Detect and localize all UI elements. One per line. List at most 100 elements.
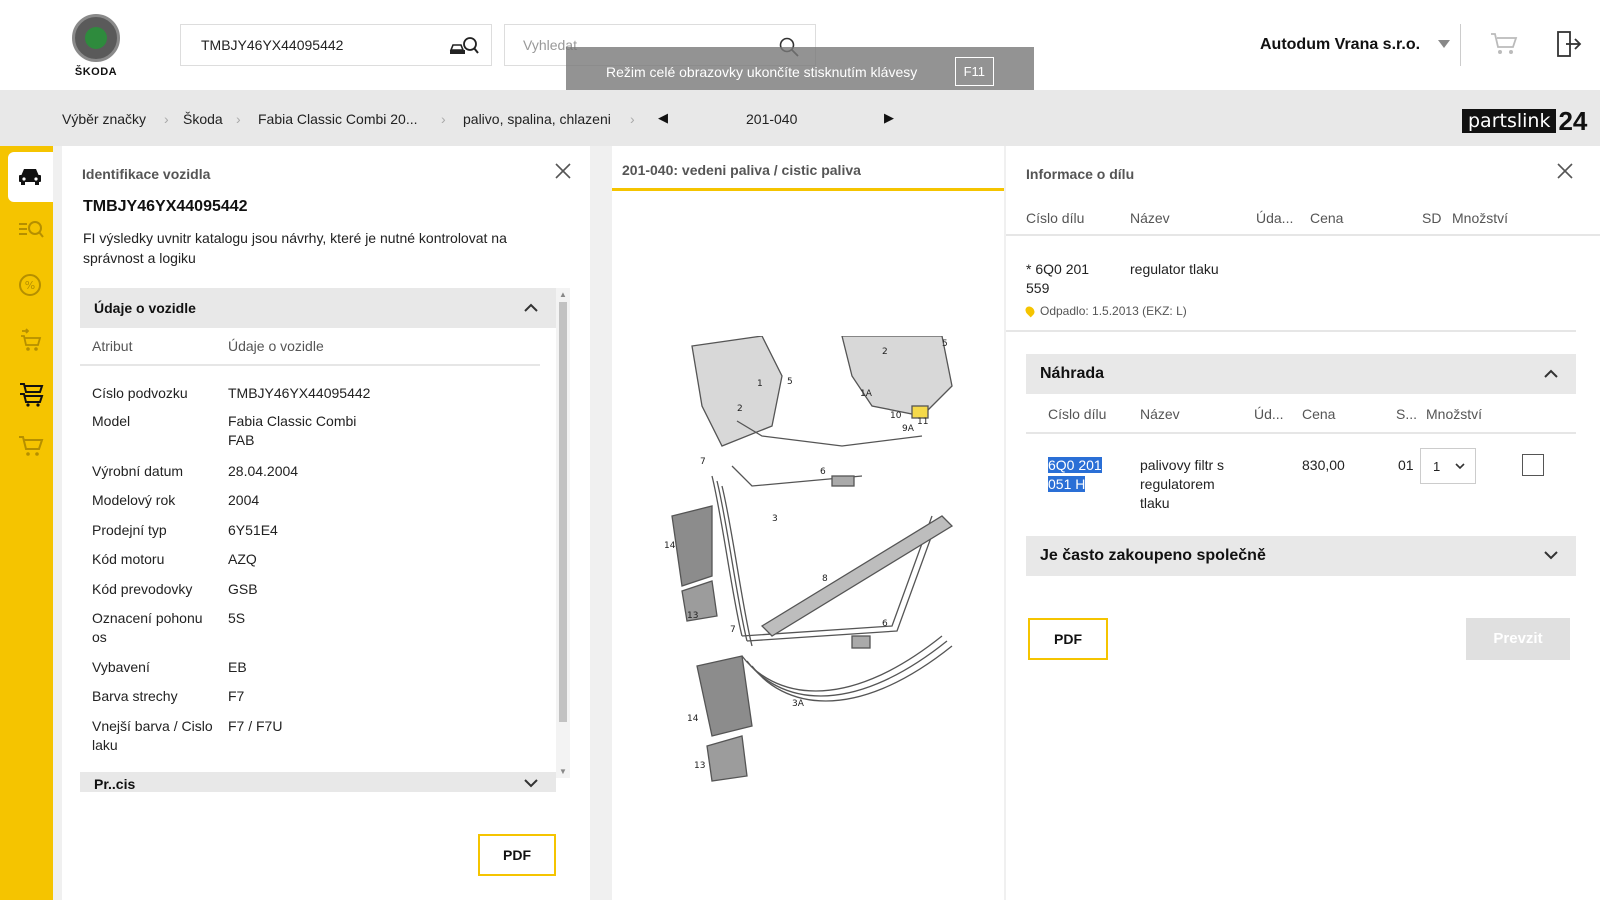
chevron-down-icon [1455, 463, 1465, 470]
chevron-up-icon [524, 303, 538, 312]
catalog-note: FI výsledky uvnitr katalogu jsou návrhy,… [83, 230, 507, 266]
panel-title: Informace o dílu [1026, 166, 1135, 182]
attr-key: Model [92, 413, 131, 429]
vehicle-identification-panel: Identifikace vozidla TMBJY46YX44095442 F… [62, 146, 590, 900]
column-header: Cena [1302, 406, 1336, 422]
replacement-sd: 01 [1398, 457, 1414, 473]
svg-text:5: 5 [787, 377, 793, 387]
vehicle-data-accordion[interactable]: Údaje o vozidle [80, 288, 556, 328]
column-header-value: Údaje o vozidle [228, 338, 324, 354]
divider [1006, 330, 1576, 332]
breadcrumb: Výběr značky › Škoda › Fabia Classic Com… [0, 90, 1600, 146]
scrollbar[interactable]: ▲ ▼ [556, 288, 570, 778]
vin-search-field[interactable]: TMBJY46YX44095442 [180, 24, 492, 66]
svg-text:7: 7 [700, 457, 706, 467]
select-checkbox[interactable] [1522, 454, 1544, 476]
column-header: Množství [1426, 406, 1483, 422]
attr-key: Císlo podvozku [92, 385, 188, 401]
scroll-down-icon[interactable]: ▼ [559, 767, 567, 776]
breadcrumb-item[interactable]: Škoda [183, 111, 223, 127]
diagram-title: 201-040: vedeni paliva / cistic paliva [622, 162, 861, 178]
cart-stack-icon [20, 383, 44, 407]
divider [1026, 432, 1576, 434]
rail-search-list[interactable] [8, 206, 53, 256]
attr-key: Prodejní typ [92, 522, 167, 538]
divider [1006, 234, 1600, 236]
logo-text: ŠKODA [74, 66, 118, 78]
part-name: regulator tlaku [1130, 261, 1219, 277]
parts-diagram[interactable]: 1 2 5 2 5 1A 109A11 7 6 3 8 14 13 7 6 3A 14 13 [642, 336, 962, 796]
car-search-icon[interactable] [449, 35, 479, 57]
car-icon [19, 169, 41, 185]
attr-key: Vnejší barva / Cislo laku [92, 718, 213, 753]
skoda-logo-icon [72, 14, 120, 62]
partslink24-logo: partslink 24 [1462, 106, 1587, 136]
attr-key: Barva strechy [92, 688, 178, 704]
attr-value: Fabia Classic Combi FAB [228, 413, 357, 448]
svg-text:10: 10 [890, 411, 902, 421]
diagram-panel: 201-040: vedeni paliva / cistic paliva 1… [612, 146, 1004, 900]
attr-value: TMBJY46YX44095442 [228, 385, 371, 401]
breadcrumb-item[interactable]: palivo, spalina, chlazeni [463, 111, 611, 127]
panel-title: Identifikace vozidla [82, 166, 211, 182]
svg-text:3: 3 [772, 514, 778, 524]
column-header: Úd... [1254, 406, 1284, 422]
accordion-title: Je často zakoupeno společně [1040, 547, 1266, 564]
vin-value: TMBJY46YX44095442 [201, 37, 344, 53]
fullscreen-message: Režim celé obrazovky ukončíte stisknutím… [606, 64, 918, 80]
replacement-price: 830,00 [1302, 457, 1345, 473]
percent-icon: % [19, 274, 41, 296]
close-icon[interactable] [1556, 162, 1574, 180]
attr-value: F7 [228, 688, 245, 704]
rail-discounts[interactable]: % [8, 260, 53, 310]
rail-vehicle[interactable] [8, 152, 53, 202]
replacement-part-number[interactable]: 6Q0 201 051 H [1048, 456, 1120, 494]
often-bought-accordion[interactable]: Je často zakoupeno společně [1026, 536, 1576, 576]
svg-text:1A: 1A [860, 389, 873, 399]
header-divider [1460, 24, 1461, 66]
cart-icon[interactable] [1490, 32, 1518, 56]
pdf-button[interactable]: PDF [478, 834, 556, 876]
column-header: Název [1130, 210, 1170, 226]
next-accordion[interactable]: Pr..cis [80, 772, 556, 792]
rail-cart-transfer[interactable] [8, 314, 53, 364]
breadcrumb-item[interactable]: Fabia Classic Combi 20... [258, 111, 418, 127]
breadcrumb-item[interactable]: Výběr značky [62, 111, 146, 127]
scrollbar-thumb[interactable] [559, 302, 567, 722]
attr-key: Modelový rok [92, 492, 176, 508]
prev-page-arrow-icon[interactable]: ◀ [658, 110, 668, 126]
part-number[interactable]: * 6Q0 201 559 [1026, 260, 1116, 298]
svg-text:9A: 9A [902, 424, 915, 434]
svg-text:5: 5 [942, 339, 948, 349]
quantity-select[interactable]: 1 [1420, 448, 1476, 484]
prevzit-button[interactable]: Prevzit [1466, 618, 1570, 660]
chevron-down-icon[interactable] [1438, 40, 1450, 48]
cart-icon [19, 436, 44, 456]
svg-text:%: % [25, 279, 35, 292]
vin-heading: TMBJY46YX44095442 [83, 198, 248, 215]
attr-key: Výrobní datum [92, 463, 184, 479]
company-name[interactable]: Autodum Vrana s.r.o. [1260, 36, 1420, 54]
next-page-arrow-icon[interactable]: ▶ [884, 110, 894, 126]
replacement-accordion[interactable]: Náhrada [1026, 354, 1576, 394]
quantity-value: 1 [1433, 459, 1441, 474]
skoda-logo[interactable]: ŠKODA [68, 14, 124, 78]
logout-icon[interactable] [1556, 30, 1582, 58]
svg-text:14: 14 [687, 714, 699, 724]
attr-value: 5S [228, 610, 246, 626]
attr-value: EB [228, 659, 247, 675]
breadcrumb-separator: › [630, 111, 635, 127]
discontinued-note: Odpadlo: 1.5.2013 (EKZ: L) [1023, 304, 1187, 318]
pdf-button[interactable]: PDF [1028, 618, 1108, 660]
scroll-up-icon[interactable]: ▲ [559, 290, 567, 299]
selected-text: 6Q0 201 051 H [1048, 457, 1102, 492]
close-icon[interactable] [554, 162, 572, 180]
svg-text:2: 2 [737, 404, 743, 414]
column-header: SD [1422, 210, 1442, 226]
rail-carts[interactable] [8, 368, 53, 418]
rail-cart[interactable] [8, 422, 53, 472]
partslink-logo-number: 24 [1558, 106, 1588, 136]
column-header: Název [1140, 406, 1180, 422]
breadcrumb-separator: › [164, 111, 169, 127]
replacement-part-name: palivovy filtr s regulatorem tlaku [1140, 457, 1225, 511]
